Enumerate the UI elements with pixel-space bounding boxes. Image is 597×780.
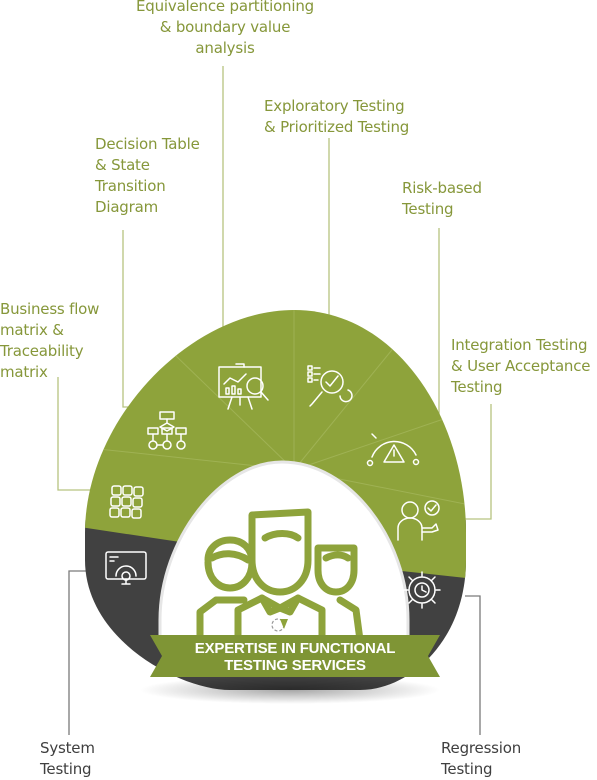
label-equivalence-partitioning: Equivalence partitioning & boundary valu…: [136, 0, 314, 57]
connector-risk: [424, 228, 440, 415]
label-system-testing: System Testing: [40, 739, 95, 778]
connector-decision: [122, 230, 142, 408]
connector-regression: [465, 595, 481, 735]
gear-clock-icon: [403, 571, 441, 609]
label-integration-testing: Integration Testing & User Acceptance Te…: [451, 336, 591, 396]
label-risk-based-testing: Risk-based Testing: [402, 179, 482, 218]
banner-title: EXPERTISE IN FUNCTIONAL TESTING SERVICES: [150, 640, 440, 674]
banner-shadow: [140, 676, 440, 704]
label-business-flow-matrix: Business flow matrix & Traceability matr…: [0, 300, 100, 381]
label-decision-table: Decision Table & State Transition Diagra…: [95, 135, 200, 216]
label-regression-testing: Regression Testing: [441, 739, 522, 778]
banner-title-line1: EXPERTISE IN FUNCTIONAL: [194, 640, 396, 657]
connector-system: [68, 570, 90, 735]
connector-business: [57, 377, 95, 491]
banner-title-line2: TESTING SERVICES: [224, 657, 366, 674]
label-exploratory-testing: Exploratory Testing & Prioritized Testin…: [264, 97, 410, 136]
